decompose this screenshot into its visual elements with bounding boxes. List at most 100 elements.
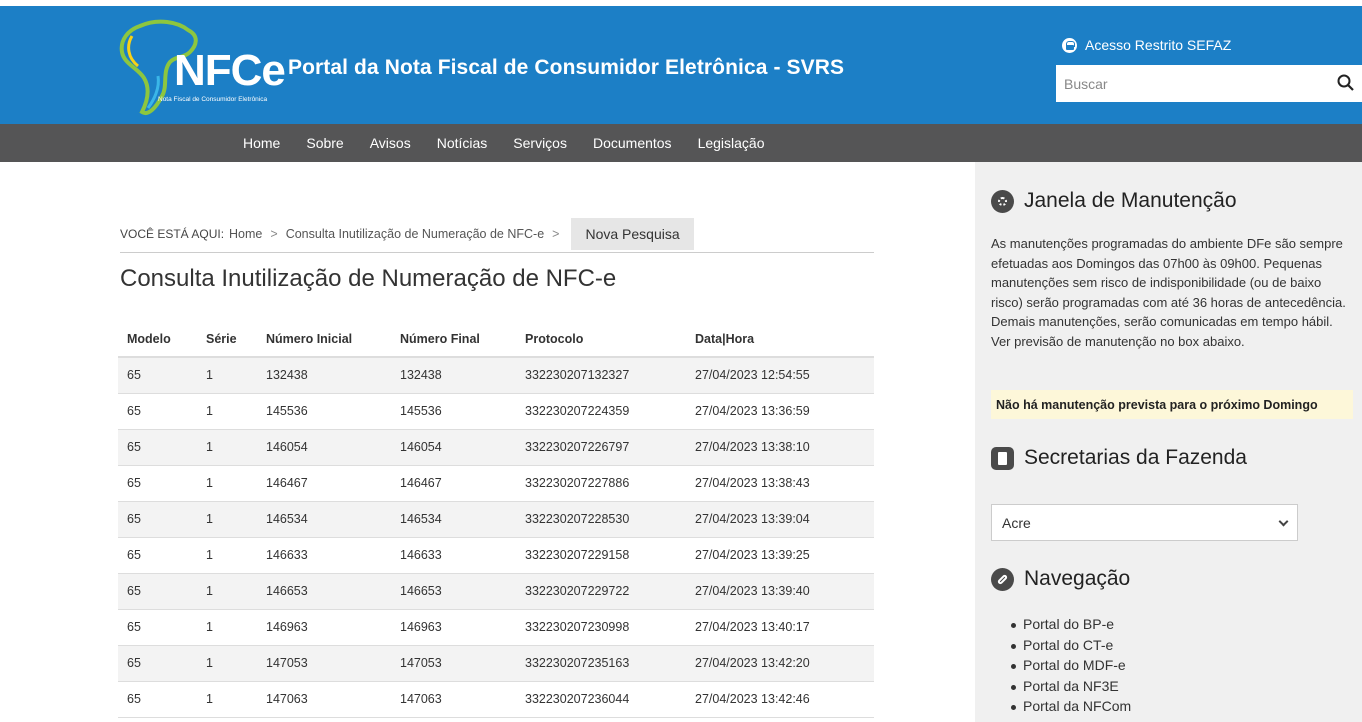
column-header: Série (197, 322, 257, 358)
table-cell: 65 (118, 537, 197, 574)
table-cell: 65 (118, 681, 197, 718)
table-cell: 65 (118, 501, 197, 538)
restricted-access-label: Acesso Restrito SEFAZ (1085, 37, 1232, 53)
table-row: 65 1 147063 147063 332230207236044 27/04/2023… (118, 681, 874, 718)
secretarias-heading: Secretarias da Fazenda (991, 446, 1247, 470)
table-cell: 65 (118, 609, 197, 646)
column-header: Modelo (118, 322, 197, 358)
link-icon (991, 567, 1014, 591)
site-header: NFCe Nota Fiscal de Consumidor Eletrônic… (0, 6, 1362, 124)
table-cell: 27/04/2023 13:42:46 (686, 681, 874, 718)
table-cell: 27/04/2023 13:36:59 (686, 393, 874, 430)
navegacao-link[interactable]: Portal do CT-e (1011, 637, 1131, 658)
search-input[interactable] (1056, 65, 1326, 102)
table-cell: 146653 (257, 573, 391, 610)
breadcrumb-home[interactable]: Home (229, 227, 262, 241)
table-cell: 65 (118, 357, 197, 394)
logo-wordmark: NFCe (174, 46, 286, 95)
table-cell: 27/04/2023 13:38:10 (686, 429, 874, 466)
navegacao-link[interactable]: Portal da NF3E (1011, 678, 1131, 699)
table-cell: 146054 (391, 429, 516, 466)
table-cell: 27/04/2023 13:39:40 (686, 573, 874, 610)
page-title: Consulta Inutilização de Numeração de NF… (120, 265, 617, 292)
table-cell: 332230207132327 (516, 357, 686, 394)
table-cell: 1 (197, 681, 257, 718)
table-cell: 65 (118, 465, 197, 502)
table-cell: 146963 (391, 609, 516, 646)
table-cell: 1 (197, 465, 257, 502)
table-cell: 1 (197, 609, 257, 646)
breadcrumb: VOCÊ ESTÁ AQUI: Home > Consulta Inutiliz… (120, 215, 874, 253)
table-cell: 27/04/2023 13:39:25 (686, 537, 874, 574)
chevron-down-icon (1278, 516, 1289, 527)
nav-avisos[interactable]: Avisos (370, 135, 411, 151)
table-cell: 146633 (257, 537, 391, 574)
table-cell: 332230207229158 (516, 537, 686, 574)
table-cell: 65 (118, 429, 197, 466)
table-cell: 27/04/2023 13:39:04 (686, 501, 874, 538)
table-cell: 332230207228530 (516, 501, 686, 538)
table-cell: 65 (118, 393, 197, 430)
table-row: 65 1 132438 132438 332230207132327 27/04/2023… (118, 357, 874, 394)
table-body: 65 1 132438 132438 332230207132327 27/04/2023… (118, 357, 874, 718)
table-row: 65 1 146653 146653 332230207229722 27/04/2023… (118, 573, 874, 610)
table-cell: 146534 (257, 501, 391, 538)
table-cell: 27/04/2023 13:38:43 (686, 465, 874, 502)
table-cell: 147063 (391, 681, 516, 718)
book-icon (991, 446, 1014, 470)
logo-subtitle: Nota Fiscal de Consumidor Eletrônica (158, 96, 268, 103)
table-cell: 27/04/2023 12:54:55 (686, 357, 874, 394)
table-row: 65 1 145536 145536 332230207224359 27/04/2023… (118, 393, 874, 430)
restricted-access-link[interactable]: Acesso Restrito SEFAZ (1062, 37, 1231, 53)
table-cell: 132438 (257, 357, 391, 394)
table-cell: 332230207224359 (516, 393, 686, 430)
table-cell: 1 (197, 537, 257, 574)
navegacao-link[interactable]: Portal do MDF-e (1011, 657, 1131, 678)
table-cell: 1 (197, 501, 257, 538)
breadcrumb-separator: > (552, 226, 560, 241)
table-cell: 332230207226797 (516, 429, 686, 466)
nav-legislacao[interactable]: Legislação (698, 135, 765, 151)
table-row: 65 1 146534 146534 332230207228530 27/04/2023… (118, 501, 874, 538)
table-row: 65 1 146633 146633 332230207229158 27/04/2023… (118, 537, 874, 574)
table-row: 65 1 147053 147053 332230207235163 27/04/2023… (118, 645, 874, 682)
table-header-row: Modelo Série Número Inicial Número Final… (118, 322, 874, 358)
table-cell: 146467 (391, 465, 516, 502)
navegacao-heading-text: Navegação (1024, 567, 1131, 590)
new-search-button[interactable]: Nova Pesquisa (571, 217, 694, 250)
nav-servicos[interactable]: Serviços (513, 135, 567, 151)
results-table: Modelo Série Número Inicial Número Final… (118, 322, 874, 718)
nav-noticias[interactable]: Notícias (437, 135, 488, 151)
table-cell: 1 (197, 645, 257, 682)
nav-home[interactable]: Home (243, 135, 280, 151)
navegacao-link[interactable]: Portal da NFCom (1011, 698, 1131, 719)
table-cell: 332230207235163 (516, 645, 686, 682)
table-cell: 146054 (257, 429, 391, 466)
table-cell: 147053 (391, 645, 516, 682)
table-cell: 146633 (391, 537, 516, 574)
table-cell: 146653 (391, 573, 516, 610)
table-cell: 146534 (391, 501, 516, 538)
column-header: Data|Hora (686, 322, 874, 358)
main-nav: Home Sobre Avisos Notícias Serviços Docu… (0, 124, 1362, 162)
navegacao-link[interactable]: Portal do BP-e (1011, 616, 1131, 637)
nfce-logo[interactable]: NFCe Nota Fiscal de Consumidor Eletrônic… (118, 16, 286, 124)
table-cell: 332230207230998 (516, 609, 686, 646)
table-cell: 132438 (391, 357, 516, 394)
secretarias-heading-text: Secretarias da Fazenda (1024, 446, 1247, 469)
maintenance-heading-text: Janela de Manutenção (1024, 189, 1237, 212)
search-box (1056, 65, 1362, 102)
gear-icon (991, 189, 1014, 213)
table-cell: 332230207236044 (516, 681, 686, 718)
nav-sobre[interactable]: Sobre (306, 135, 343, 151)
breadcrumb-current[interactable]: Consulta Inutilização de Numeração de NF… (286, 227, 544, 241)
table-cell: 1 (197, 573, 257, 610)
column-header: Número Inicial (257, 322, 391, 358)
table-cell: 1 (197, 393, 257, 430)
table-cell: 145536 (391, 393, 516, 430)
nav-documentos[interactable]: Documentos (593, 135, 672, 151)
navegacao-list: Portal do BP-e Portal do CT-e Portal do MD… (1011, 616, 1131, 719)
search-icon[interactable] (1336, 73, 1356, 93)
state-select[interactable]: Acre (991, 504, 1298, 541)
lock-icon (1062, 37, 1077, 53)
